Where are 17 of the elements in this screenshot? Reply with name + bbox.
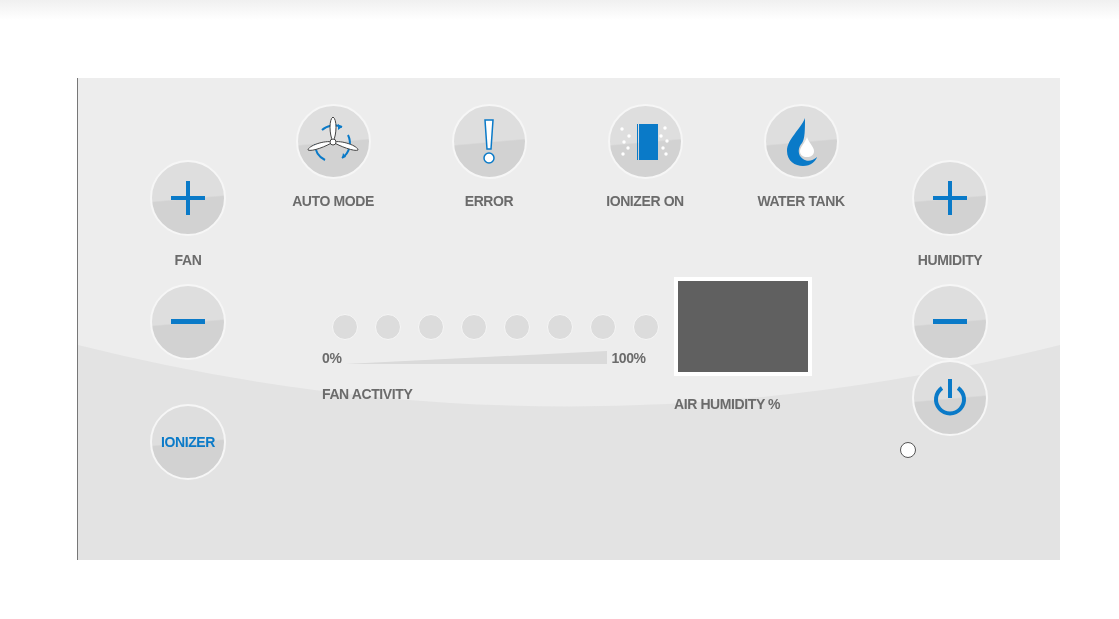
minus-icon xyxy=(933,319,967,325)
fan-label: FAN xyxy=(174,252,202,268)
ionizer-icon xyxy=(620,122,670,161)
humidity-label: HUMIDITY xyxy=(917,252,983,268)
indicator-label: WATER TANK xyxy=(757,193,845,209)
minus-icon xyxy=(171,319,205,325)
scale-max-label: 100% xyxy=(611,350,646,366)
plus-icon xyxy=(933,181,967,215)
indicator-label: IONIZER ON xyxy=(606,193,684,209)
scale-min-label: 0% xyxy=(322,350,342,366)
exclamation-icon xyxy=(481,118,497,165)
air-humidity-label: AIR HUMIDITY % xyxy=(674,396,782,412)
fan-activity-label: FAN ACTIVITY xyxy=(322,386,414,402)
plus-icon xyxy=(171,181,205,215)
indicator-label: AUTO MODE xyxy=(292,193,374,209)
indicator-label: ERROR xyxy=(464,193,514,209)
power-icon xyxy=(932,379,968,417)
